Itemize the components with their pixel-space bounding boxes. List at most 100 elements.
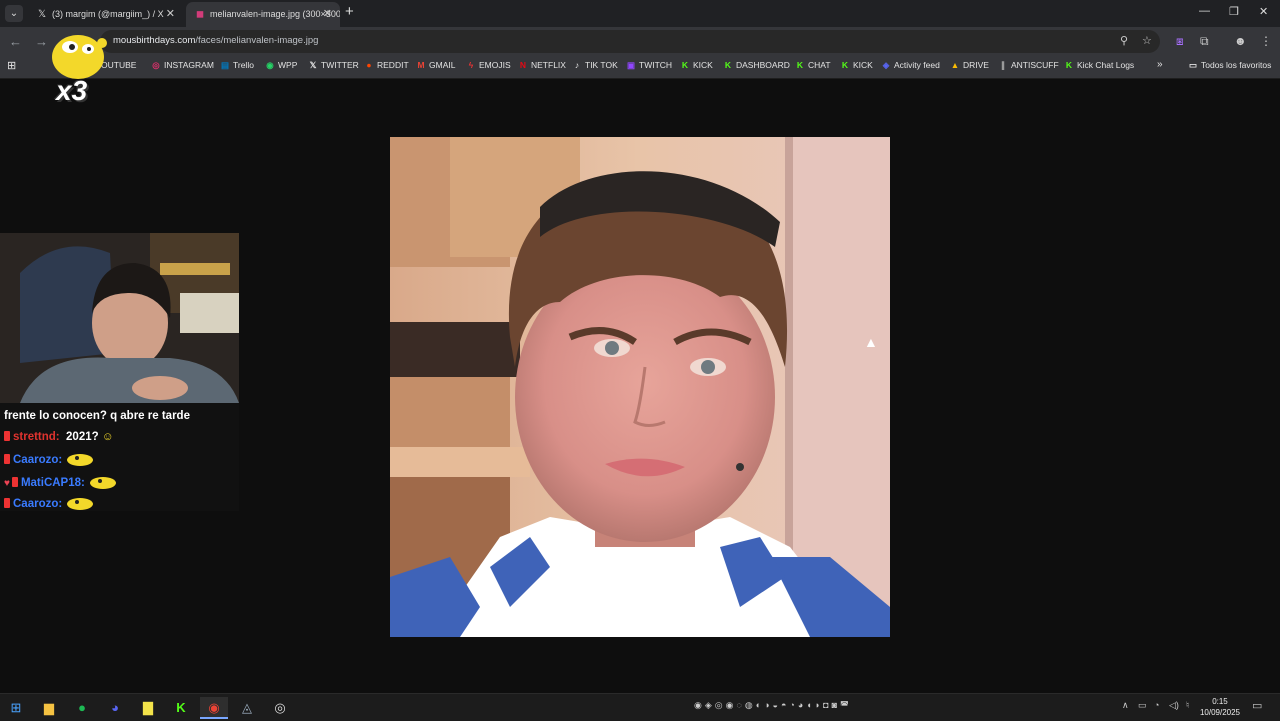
bookmark-kick-2[interactable]: K KICK — [840, 60, 873, 70]
bookmark-activity-feed[interactable]: ◈ Activity feed — [881, 60, 940, 71]
discord-icon[interactable]: ◕ — [101, 697, 129, 719]
stream-chat: frente lo conocen? q abre re tarde stret… — [0, 403, 239, 511]
taskbar: ⊞ ▆ ● ◕ ▇ K ◉ ◬ ◎ ◉◈◎◉◌◍◐◑◒◓◔◕◖◗◘◙◚ ∧ ▭ … — [0, 693, 1280, 721]
file-explorer-icon[interactable]: ▆ — [35, 697, 63, 719]
close-window-icon[interactable]: ✕ — [1259, 5, 1268, 18]
yellow-creature-emote-icon — [90, 477, 117, 489]
address-bar[interactable]: mousbirthdays.com/faces/melianvalen-imag… — [100, 30, 1160, 53]
drive-icon: ▲ — [950, 60, 960, 70]
yellow-creature-emote-icon — [67, 454, 94, 466]
kick-app-icon[interactable]: K — [167, 697, 195, 719]
davinci-icon[interactable]: ◬ — [233, 697, 261, 719]
bookmarks-bar: ⊞ OUTUBE ◎ INSTAGRAM ▤ Trello ◉ WPP 𝕏 TWITTE… — [0, 56, 1280, 79]
chrome-icon[interactable]: ◉ — [200, 697, 228, 719]
tab-image[interactable]: ◼ melianvalen-image.jpg (300×300) ✕ — [186, 2, 340, 27]
emote-overlay: x3 — [40, 25, 114, 106]
twitch-icon: ▣ — [626, 60, 636, 70]
badge-icon — [11, 477, 18, 487]
badge-icon — [4, 498, 10, 508]
whatsapp-icon: ◉ — [266, 60, 274, 70]
antiscuff-icon: ∥ — [1000, 60, 1006, 70]
close-tab-icon[interactable]: ✕ — [323, 2, 332, 27]
bookmark-reddit[interactable]: ● REDDIT — [364, 60, 408, 70]
bookmark-dashboard[interactable]: K DASHBOARD — [723, 60, 790, 70]
mouse-cursor-icon: ▲ — [864, 334, 878, 350]
bookmark-star-icon[interactable]: ☆ — [1142, 34, 1152, 47]
profile-icon[interactable]: ☻ — [1234, 34, 1247, 48]
badge-icon — [4, 454, 10, 464]
chat-message: strettnd: 2021? ☺ — [4, 431, 114, 443]
tray-network-icon[interactable]: ▭ — [1138, 700, 1147, 711]
obs-icon[interactable]: ◎ — [266, 697, 294, 719]
toolbar: ← → mousbirthdays.com/faces/melianvalen-… — [0, 27, 1280, 56]
yellow-creature-emote-icon — [67, 498, 94, 510]
bookmark-trello[interactable]: ▤ Trello — [220, 60, 254, 71]
netflix-icon: N — [519, 60, 527, 70]
kick-icon: K — [1065, 60, 1073, 70]
bookmark-gmail[interactable]: M GMAIL — [416, 60, 455, 70]
bookmark-drive[interactable]: ▲ DRIVE — [950, 60, 989, 70]
bookmark-wpp[interactable]: ◉ WPP — [265, 60, 297, 71]
bookmark-tiktok[interactable]: ♪ TIK TOK — [572, 60, 618, 70]
close-tab-icon[interactable]: ✕ — [166, 2, 175, 27]
new-tab-button[interactable]: + — [345, 3, 354, 20]
kick-icon: K — [841, 60, 849, 70]
x-icon: 𝕏 — [309, 60, 317, 70]
instagram-icon: ◎ — [152, 60, 160, 70]
chat-message: ♥ MatiCAP18: — [4, 475, 118, 489]
menu-icon[interactable]: ⋮ — [1260, 34, 1272, 48]
bookmark-twitter[interactable]: 𝕏 TWITTER — [308, 60, 359, 71]
tray-app-icons[interactable]: ◉◈◎◉◌◍◐◑◒◓◔◕◖◗◘◙◚ — [694, 700, 852, 711]
gmail-icon: M — [417, 60, 425, 70]
extension-icon[interactable]: ⧆ — [1176, 34, 1184, 49]
spotify-icon[interactable]: ● — [68, 697, 96, 719]
tab-search-button[interactable]: ⌄ — [5, 5, 23, 22]
clock[interactable]: 0:15 10/09/2025 — [1200, 696, 1240, 718]
tray-mic-icon[interactable]: ♮ — [1186, 700, 1189, 711]
trello-icon: ▤ — [220, 60, 230, 70]
more-bookmarks-icon[interactable]: » — [1157, 59, 1163, 70]
url-text: mousbirthdays.com/faces/melianvalen-imag… — [113, 35, 319, 46]
minimize-icon[interactable]: — — [1199, 5, 1210, 17]
kick-icon: K — [681, 60, 689, 70]
bookmark-netflix[interactable]: N NETFLIX — [518, 60, 566, 70]
folder-icon: ▭ — [1188, 60, 1198, 70]
tab-twitter[interactable]: 𝕏 (3) margim (@margiim_) / X ✕ — [28, 2, 183, 27]
heart-badge-icon: ♥ — [4, 478, 10, 489]
bookmark-chat[interactable]: K CHAT — [795, 60, 831, 70]
tab-title: (3) margim (@margiim_) / X — [52, 9, 164, 19]
bookmark-kick-chat-logs[interactable]: K Kick Chat Logs — [1064, 60, 1134, 70]
restore-icon[interactable]: ❐ — [1229, 5, 1239, 18]
bookmark-emojis[interactable]: ϟ EMOJIS — [466, 60, 511, 70]
apps-grid-icon[interactable]: ⊞ — [7, 59, 16, 72]
bookmark-kick[interactable]: K KICK — [680, 60, 713, 70]
multiplier-label: x3 — [56, 75, 88, 106]
bookmark-instagram[interactable]: ◎ INSTAGRAM — [151, 60, 214, 71]
notes-icon[interactable]: ▇ — [134, 697, 162, 719]
emoji-icon: ϟ — [468, 60, 474, 70]
chat-message: Caarozo: — [4, 496, 95, 510]
tiktok-icon: ♪ — [574, 60, 580, 70]
x-icon: 𝕏 — [37, 9, 47, 20]
emoji-icon: ☺ — [101, 431, 114, 443]
kick-icon: K — [796, 60, 804, 70]
zoom-icon[interactable]: ⚲ — [1120, 34, 1128, 47]
notifications-icon[interactable]: ▭ — [1252, 699, 1262, 712]
bookmark-antiscuff[interactable]: ∥ ANTISCUFF — [998, 60, 1059, 71]
bookmark-twitch[interactable]: ▣ TWITCH — [626, 60, 672, 71]
chat-message: Caarozo: — [4, 452, 95, 466]
extensions-puzzle-icon[interactable]: ⧉ — [1200, 34, 1209, 49]
windows-start-icon[interactable]: ⊞ — [2, 697, 30, 719]
webcam-feed — [0, 233, 239, 403]
activity-icon: ◈ — [882, 60, 890, 70]
tray-wifi-icon[interactable]: ◔ — [1154, 700, 1159, 710]
back-icon[interactable]: ← — [9, 34, 22, 49]
tab-title: melianvalen-image.jpg (300×300) — [210, 9, 340, 19]
all-bookmarks-folder[interactable]: ▭ Todos los favoritos — [1188, 60, 1271, 71]
kick-icon: K — [724, 60, 732, 70]
reddit-icon: ● — [366, 60, 372, 70]
badge-icon — [4, 431, 10, 441]
tray-volume-icon[interactable]: ◁) — [1169, 700, 1179, 711]
favicon-icon: ◼ — [195, 9, 205, 20]
tray-overflow-icon[interactable]: ∧ — [1122, 700, 1129, 711]
